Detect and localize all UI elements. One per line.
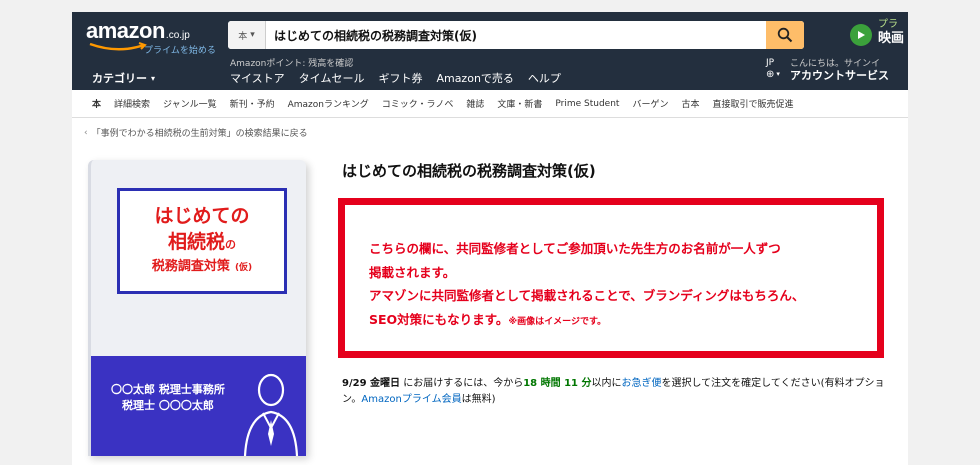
- co-supervisor-notice-box: こちらの欄に、共同監修者としてご参加頂いた先生方のお名前が一人ずつ 掲載されます…: [338, 198, 884, 358]
- express-shipping-link[interactable]: お急ぎ便: [621, 378, 661, 389]
- logo-word: amazon: [86, 18, 165, 43]
- globe-icon: ⊕: [766, 69, 775, 80]
- subnav-paperbacks[interactable]: 文庫・新書: [497, 97, 542, 110]
- delivery-text1: にお届けするには、今から: [400, 378, 524, 389]
- language-code: JP: [766, 58, 775, 68]
- nav-link-help[interactable]: ヘルプ: [528, 70, 561, 86]
- subnav-magazines[interactable]: 雑誌: [466, 97, 484, 110]
- subnav-genres[interactable]: ジャンル一覧: [163, 97, 217, 110]
- notice-line-4-text: SEO対策にもなります。: [369, 311, 509, 327]
- caret-down-icon: ▾: [250, 30, 255, 40]
- businessman-silhouette-icon: [243, 373, 299, 456]
- search-icon: [777, 27, 793, 43]
- notice-line-3: アマゾンに共同監修者として掲載されることで、ブランディングはもちろん、: [369, 288, 805, 303]
- cover-title-line2: 相続税: [167, 231, 225, 253]
- prime-video-promo[interactable]: プラ 映画: [850, 18, 904, 46]
- cover-title-line3: 税務調査対策: [151, 259, 230, 274]
- category-menu-button[interactable]: カテゴリー ▾: [92, 70, 155, 86]
- search-category-dropdown[interactable]: 本 ▾: [228, 21, 266, 49]
- notice-line-4: SEO対策にもなります。※画像はイメージです。: [369, 308, 877, 335]
- delivery-date: 9/29 金曜日: [342, 378, 401, 389]
- search-bar: 本 ▾: [228, 21, 804, 49]
- search-input[interactable]: [274, 21, 754, 49]
- subnav-ranking[interactable]: Amazonランキング: [288, 97, 369, 110]
- subnav-books[interactable]: 本: [92, 97, 101, 110]
- delivery-countdown: 18 時間 11 分: [523, 378, 592, 389]
- delivery-text4: は無料): [461, 394, 496, 405]
- language-selector[interactable]: JP ⊕ ▾: [766, 58, 780, 80]
- account-menu[interactable]: こんにちは。サインイ アカウントサービス: [790, 58, 889, 82]
- cover-title-line2-suffix: の: [225, 238, 236, 251]
- product-title: はじめての相続税の税務調査対策(仮): [342, 162, 596, 180]
- caret-down-icon: ▾: [776, 70, 780, 78]
- cover-author-line1: 〇〇太郎 税理士事務所: [111, 383, 225, 396]
- promo-line2: 映画: [878, 31, 905, 46]
- nav-link-giftcard[interactable]: ギフト券: [378, 70, 422, 86]
- prime-member-link[interactable]: Amazonプライム会員: [361, 394, 461, 405]
- notice-disclaimer: ※画像はイメージです。: [508, 316, 607, 327]
- subnav-comics[interactable]: コミック・ラノベ: [382, 97, 454, 110]
- cover-title-line1: はじめての: [154, 205, 250, 227]
- cover-title-box: はじめての 相続税の 税務調査対策 (仮): [117, 188, 287, 294]
- subnav-direct-trade[interactable]: 直接取引で販売促進: [713, 97, 794, 110]
- nav-link-mystore[interactable]: マイストア: [230, 70, 285, 86]
- cover-author-band: 〇〇太郎 税理士事務所 税理士 〇〇〇太郎: [91, 356, 306, 456]
- back-link-text: 「事例でわかる相続税の生前対策」の検索結果に戻る: [91, 129, 308, 139]
- cover-author-line2: 税理士 〇〇〇太郎: [122, 399, 214, 412]
- search-button[interactable]: [766, 21, 804, 49]
- caret-down-icon: ▾: [151, 73, 156, 83]
- category-label: カテゴリー: [92, 72, 147, 85]
- delivery-info: 9/29 金曜日 にお届けするには、今から18 時間 11 分以内にお急ぎ便を選…: [342, 376, 892, 408]
- subnav-bargain[interactable]: バーゲン: [632, 97, 668, 110]
- subnav-advanced-search[interactable]: 詳細検索: [114, 97, 150, 110]
- smile-arrow-icon: [89, 42, 147, 51]
- account-services-label: アカウントサービス: [790, 69, 889, 82]
- subnav-new-releases[interactable]: 新刊・予約: [230, 97, 275, 110]
- header-bar: amazon.co.jp プライムを始める 本 ▾ はじめての相続税の税務調査対…: [72, 12, 908, 90]
- cover-title-line3-suffix: (仮): [234, 263, 253, 273]
- amazon-logo[interactable]: amazon.co.jp プライムを始める: [86, 18, 216, 56]
- notice-line-1: こちらの欄に、共同監修者としてご参加頂いた先生方のお名前が一人ずつ: [369, 241, 781, 256]
- promo-text: プラ 映画: [878, 18, 904, 46]
- promo-line1: プラ: [878, 19, 898, 30]
- logo-suffix: .co.jp: [165, 30, 190, 41]
- notice-line-2: 掲載されます。: [369, 264, 456, 280]
- nav-links: マイストア タイムセール ギフト券 Amazonで売る ヘルプ: [230, 70, 561, 86]
- search-category-label: 本: [238, 31, 248, 42]
- chevron-left-icon: ‹: [84, 127, 88, 138]
- subnav-used-books[interactable]: 古本: [681, 97, 699, 110]
- browser-frame: amazon.co.jp プライムを始める 本 ▾ はじめての相続税の税務調査対…: [72, 12, 908, 465]
- back-to-results-link[interactable]: ‹ 「事例でわかる相続税の生前対策」の検索結果に戻る: [84, 126, 308, 140]
- delivery-text2: 以内に: [591, 378, 622, 389]
- nav-link-sell[interactable]: Amazonで売る: [436, 70, 513, 86]
- sub-navigation: 本 詳細検索 ジャンル一覧 新刊・予約 Amazonランキング コミック・ラノベ…: [72, 90, 908, 118]
- subnav-prime-student[interactable]: Prime Student: [555, 99, 619, 109]
- points-balance-link[interactable]: Amazonポイント: 残高を確認: [230, 56, 353, 69]
- play-icon: [850, 24, 872, 46]
- nav-link-timesale[interactable]: タイムセール: [299, 70, 365, 86]
- cover-authors: 〇〇太郎 税理士事務所 税理士 〇〇〇太郎: [111, 382, 225, 414]
- book-cover-image[interactable]: はじめての 相続税の 税務調査対策 (仮) 〇〇太郎 税理士事務所 税理士 〇〇…: [88, 160, 306, 456]
- prime-start-link[interactable]: プライムを始める: [144, 43, 216, 56]
